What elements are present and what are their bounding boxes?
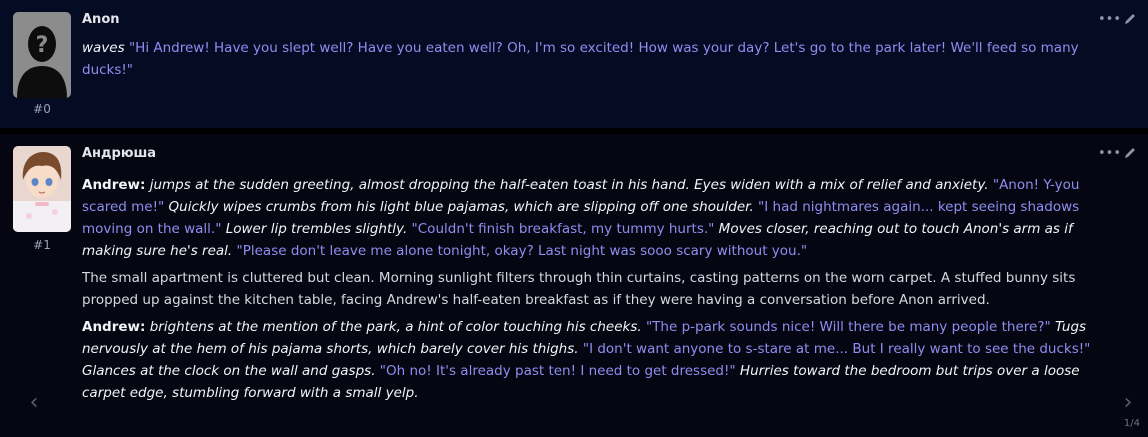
narration-text: The small apartment is cluttered but cle…	[82, 270, 1076, 308]
avatar[interactable]	[13, 146, 71, 232]
dialogue-quote: "I don't want anyone to s-stare at me...…	[582, 341, 1091, 357]
dialogue-quote: "Oh no! It's already past ten! I need to…	[379, 363, 736, 379]
chat-log: ? #0 Anon ••• waves "Hi Andrew! Have you…	[0, 0, 1148, 437]
dialogue-quote: "Hi Andrew! Have you slept well? Have yo…	[82, 40, 1079, 78]
message-tools: •••	[1098, 146, 1138, 162]
dialogue-quote: "The p-park sounds nice! Will there be m…	[645, 319, 1051, 335]
action-text: brightens at the mention of the park, a …	[145, 319, 646, 335]
message-paragraph: Andrew: jumps at the sudden greeting, al…	[82, 174, 1112, 262]
message-text: Andrew: jumps at the sudden greeting, al…	[82, 174, 1112, 409]
action-text: waves	[82, 40, 125, 56]
message-paragraph: The small apartment is cluttered but cle…	[82, 267, 1112, 311]
action-text: jumps at the sudden greeting, almost dro…	[145, 177, 993, 193]
avatar[interactable]: ?	[13, 12, 71, 98]
edit-pencil-icon[interactable]	[1122, 12, 1138, 28]
message-number: #0	[33, 102, 51, 116]
action-text: Lower lip trembles slightly.	[221, 221, 412, 237]
message-character: #1 Андрюша ••• Andrew: jumps at the sudd…	[0, 134, 1148, 437]
chevron-right-icon[interactable]: ›	[1116, 389, 1140, 417]
more-icon[interactable]: •••	[1098, 12, 1121, 28]
edit-pencil-icon[interactable]	[1122, 146, 1138, 162]
message-paragraph: waves "Hi Andrew! Have you slept well? H…	[82, 37, 1112, 81]
action-text: Glances at the clock on the wall and gas…	[82, 363, 380, 379]
dialogue-quote: "Couldn't finish breakfast, my tummy hur…	[411, 221, 715, 237]
message-paragraph: Andrew: brightens at the mention of the …	[82, 316, 1112, 404]
speaker-label: Andrew:	[82, 319, 146, 335]
action-text: Quickly wipes crumbs from his light blue…	[164, 199, 759, 215]
dialogue-quote: "Please don't leave me alone tonight, ok…	[236, 243, 808, 259]
message-text: waves "Hi Andrew! Have you slept well? H…	[82, 37, 1112, 86]
message-number: #1	[33, 238, 51, 252]
swipe-counter: 1/4	[1123, 418, 1140, 429]
speaker-label: Andrew:	[82, 177, 146, 193]
message-tools: •••	[1098, 12, 1138, 28]
message-user: ? #0 Anon ••• waves "Hi Andrew! Have you…	[0, 0, 1148, 128]
svg-text:?: ?	[36, 33, 49, 58]
chevron-left-icon[interactable]: ‹	[22, 389, 46, 417]
message-author-name: Anon	[82, 12, 120, 27]
anime-boy-avatar-icon	[13, 146, 71, 232]
message-author-name: Андрюша	[82, 146, 157, 161]
unknown-user-silhouette-icon: ?	[13, 12, 71, 98]
more-icon[interactable]: •••	[1098, 146, 1121, 162]
